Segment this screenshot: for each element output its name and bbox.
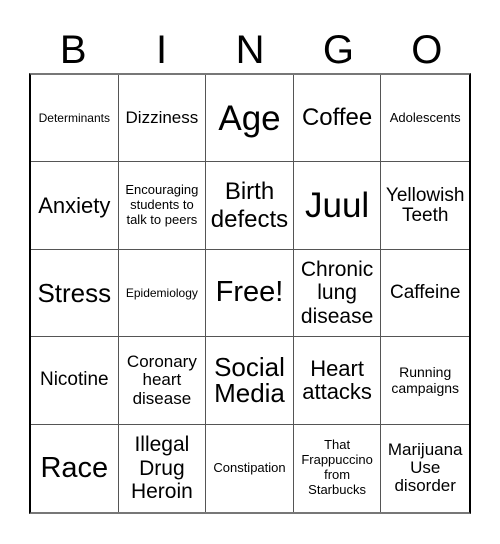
cell-text: Marijuana Use disorder	[387, 439, 463, 496]
cell-text: Heart attacks	[302, 356, 372, 405]
free-space-cell[interactable]: Free!	[206, 249, 294, 338]
cell-text: Epidemiology	[125, 285, 198, 300]
cell-text: Dizziness	[125, 108, 199, 128]
bingo-cell[interactable]: Heart attacks	[293, 337, 382, 425]
bingo-cell[interactable]: Epidemiology	[118, 249, 207, 338]
cell-text: Coffee	[301, 104, 373, 132]
cell-text: Birth defects	[210, 178, 289, 233]
header-letter-i: I	[156, 28, 168, 72]
bingo-cell[interactable]: Illegal Drug Heroin	[119, 424, 207, 512]
cell-text: Caffeine	[389, 282, 461, 304]
bingo-header: B I N G O	[29, 28, 471, 72]
bingo-cell[interactable]: Encouraging students to talk to peers	[118, 162, 207, 250]
bingo-cell[interactable]: Running campaigns	[381, 337, 469, 425]
cell-text: Adolescents	[389, 109, 461, 125]
bingo-cell[interactable]: Coffee	[293, 75, 382, 163]
bingo-cell[interactable]: Social Media	[206, 337, 294, 425]
cell-text: Age	[218, 98, 281, 138]
bingo-cell[interactable]: Birth defects	[206, 162, 294, 250]
bingo-cell[interactable]: Race	[31, 424, 119, 512]
cell-text: Yellowish Teeth	[385, 184, 465, 226]
header-letter-o: O	[411, 28, 443, 72]
bingo-cell[interactable]: Marijuana Use disorder	[381, 425, 469, 512]
cell-text: Nicotine	[39, 369, 109, 391]
bingo-cell[interactable]: Coronary heart disease	[118, 337, 207, 425]
bingo-cell[interactable]: Nicotine	[31, 337, 119, 425]
cell-text: Determinants	[38, 111, 110, 125]
cell-text: Free!	[215, 276, 284, 309]
cell-text: Juul	[304, 186, 370, 226]
bingo-cell[interactable]: Constipation	[206, 424, 294, 512]
bingo-cell[interactable]: Stress	[31, 249, 119, 338]
cell-text: Constipation	[213, 459, 286, 475]
cell-text: That Frappuccino from Starbucks	[301, 437, 373, 498]
bingo-cell[interactable]: Juul	[293, 162, 382, 250]
bingo-cell[interactable]: Yellowish Teeth	[381, 162, 469, 250]
bingo-cell[interactable]: Anxiety	[31, 162, 119, 250]
bingo-card-grid: Determinants Dizziness Age Coffee Adoles…	[29, 73, 471, 514]
cell-text: Stress	[37, 277, 112, 308]
cell-text: Coronary heart disease	[126, 351, 197, 408]
cell-text: Running campaigns	[391, 363, 460, 397]
bingo-cell[interactable]: Caffeine	[381, 250, 469, 338]
bingo-cell[interactable]: Chronic lung disease	[293, 249, 382, 338]
cell-text: Anxiety	[38, 193, 111, 219]
bingo-cell[interactable]: Age	[206, 75, 294, 163]
bingo-cell[interactable]: Determinants	[31, 75, 119, 163]
header-letter-g: G	[322, 28, 354, 72]
cell-text: Illegal Drug Heroin	[130, 433, 193, 504]
bingo-cell[interactable]: Dizziness	[118, 75, 207, 163]
header-letter-n: N	[235, 28, 265, 72]
cell-text: Chronic lung disease	[300, 257, 374, 328]
cell-text: Race	[40, 451, 109, 484]
header-letter-b: B	[59, 28, 87, 72]
cell-text: Encouraging students to talk to peers	[125, 182, 199, 228]
bingo-cell[interactable]: That Frappuccino from Starbucks	[294, 424, 382, 512]
cell-text: Social Media	[214, 352, 285, 409]
bingo-cell[interactable]: Adolescents	[381, 75, 469, 163]
